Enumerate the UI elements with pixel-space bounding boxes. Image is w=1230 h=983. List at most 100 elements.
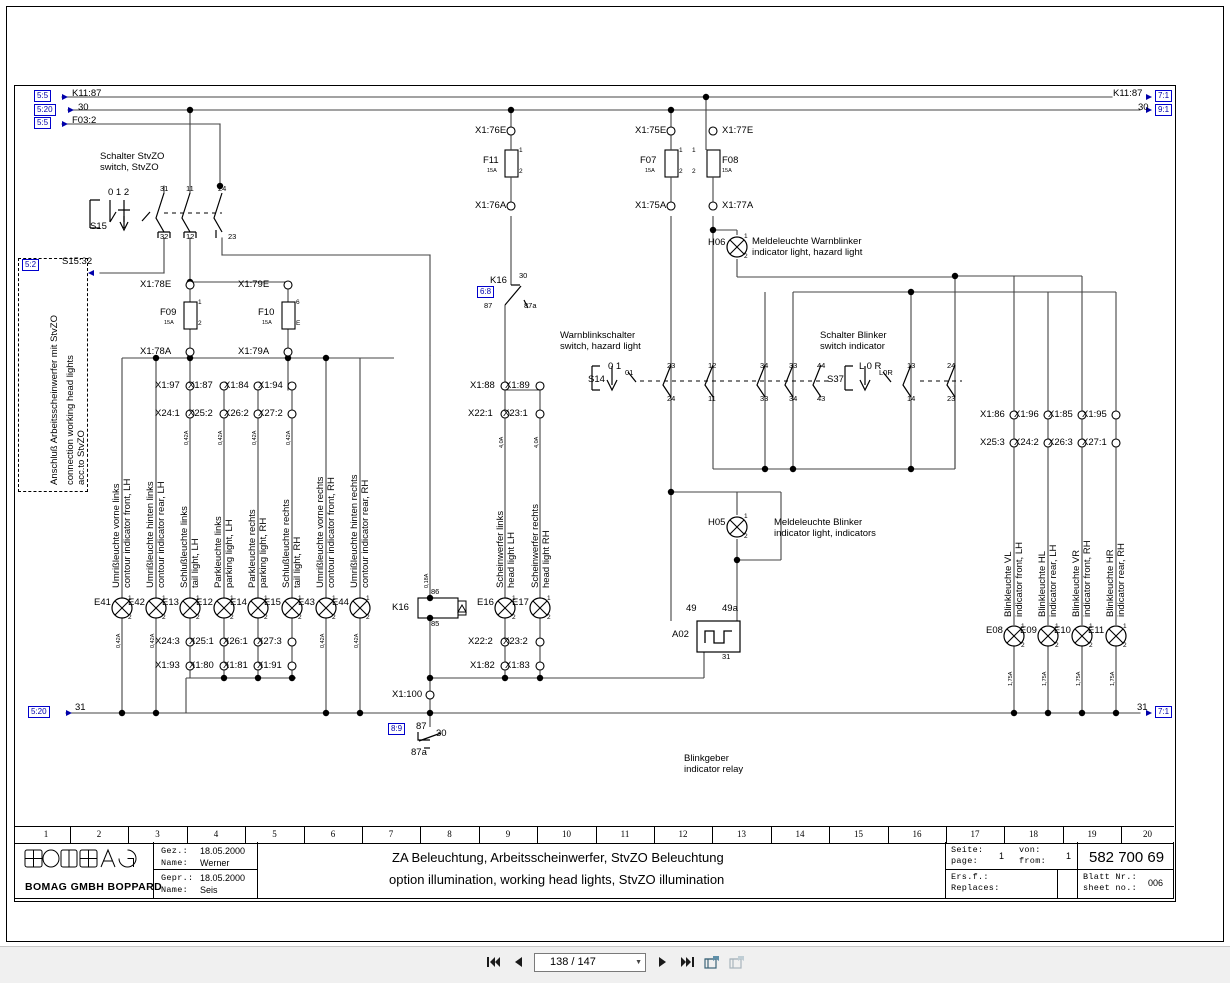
label-f07-rating: 15A <box>645 168 655 174</box>
from-label-en: from: <box>1019 856 1047 866</box>
next-page-icon[interactable] <box>653 952 671 972</box>
terminal-x179e: X1:79E <box>238 279 270 290</box>
label-stvzo-en2: acc.to StvZO <box>76 430 87 485</box>
terminal-x191: X1:91 <box>257 660 282 671</box>
pin-e44-top: 1 <box>366 595 370 602</box>
pin-e16-bot: 2 <box>512 614 516 621</box>
label-s14-de: Warnblinkschalter <box>560 330 636 341</box>
title-block-body: BOMAG GMBH BOPPARD Gez.: 18.05.2000 Name… <box>14 842 1174 899</box>
label-k16-contact-id: K16 <box>490 275 507 286</box>
xref-bottom-right-71[interactable]: 7:1 <box>1155 706 1173 718</box>
col-13: 13 <box>737 829 746 839</box>
checked-name: Seis <box>200 885 218 895</box>
lamp-id-e09: E09 <box>1020 625 1037 636</box>
terminal-x222: X22:2 <box>468 636 493 647</box>
terminal-x232: X23:2 <box>503 636 528 647</box>
terminal-x251: X25:1 <box>189 636 214 647</box>
replaces-label-de: Ers.f.: <box>951 872 989 882</box>
pin-s37-t1: 24 <box>947 361 956 370</box>
lamp-e11-en: indicator rear, RH <box>1116 543 1127 617</box>
xref-right-91[interactable]: 9:1 <box>1155 104 1173 116</box>
label-31-right: 31 <box>1137 702 1148 713</box>
lamp-id-e43: E43 <box>298 597 315 608</box>
lamp-id-e42: E42 <box>128 597 145 608</box>
gauge-e17: 4,0A <box>534 436 540 448</box>
pin-s37-b1: 23 <box>947 394 956 403</box>
gauge-e41-low: 0,42A <box>116 633 122 648</box>
terminal-x175a: X1:75A <box>635 200 667 211</box>
lamp-e14-de: Parkleuchte rechts <box>247 509 258 588</box>
prev-page-icon[interactable] <box>509 952 527 972</box>
chevron-down-icon[interactable]: ▼ <box>635 959 642 966</box>
col-18: 18 <box>1029 829 1038 839</box>
label-f10-rating: 15A <box>262 320 272 326</box>
pin-e08-bot: 2 <box>1021 642 1025 649</box>
label-k1187: K11:87 <box>72 88 102 99</box>
label-f09-id: F09 <box>160 307 177 318</box>
pin-a02-49a: 49a <box>722 603 738 614</box>
page-value: 1 <box>999 851 1005 861</box>
terminal-x273: X27:3 <box>257 636 282 647</box>
lamp-e44-de: Umrißleuchte hinten rechts <box>349 474 360 588</box>
xref-top-f032[interactable]: 5:5 <box>34 117 52 129</box>
copy-window-icon[interactable] <box>728 952 746 972</box>
label-stvzo-de: Anschluß Arbeitsscheinwerfer mit StvZO <box>49 315 60 485</box>
xref-stvzo-box[interactable]: 5:2 <box>22 259 40 271</box>
label-30-right: 30 <box>1138 102 1149 113</box>
terminal-x177e: X1:77E <box>722 125 754 136</box>
page-selector[interactable]: 138 / 147 ▼ <box>534 952 646 972</box>
pin-e15-bot: 2 <box>298 614 302 621</box>
terminal-x253: X25:3 <box>980 437 1005 448</box>
lamp-id-e12: E12 <box>196 597 213 608</box>
xref-top-30[interactable]: 5:20 <box>34 104 56 116</box>
gauge-e12: 0,42A <box>218 430 224 445</box>
label-f11-rating: 15A <box>487 168 497 174</box>
terminal-x178a: X1:78A <box>140 346 172 357</box>
schematic-frame <box>14 85 1176 902</box>
label-switch-stvzo-de: Schalter StvZO <box>100 151 165 162</box>
label-s37-positions: L 0 R <box>859 361 882 372</box>
page-indicator: 138 / 147 <box>550 956 596 968</box>
lamp-e13-en: tail light, LH <box>190 538 201 588</box>
drawing-number: 582 700 69 <box>1089 849 1165 866</box>
pin-f08-top: 1 <box>692 147 696 154</box>
pin-f09-bottom: 2 <box>198 320 202 327</box>
xref-top-k1187[interactable]: 5:5 <box>34 90 52 102</box>
label-s15-id: S15 <box>90 221 107 232</box>
lamp-e17-de: Scheinwerfer rechts <box>530 504 541 588</box>
pin-s37-t0: 13 <box>907 361 916 370</box>
pin-k16-85: 85 <box>431 619 440 628</box>
last-page-icon[interactable] <box>678 952 696 972</box>
pin-f09-top: 1 <box>198 299 202 306</box>
pin-s14-t1: 12 <box>708 361 717 370</box>
first-page-icon[interactable] <box>484 952 502 972</box>
label-s15-c31: 31 <box>160 184 169 193</box>
label-h05-en: indicator light, indicators <box>774 528 876 539</box>
terminal-x262: X26:2 <box>224 408 249 419</box>
label-f032: F03:2 <box>72 115 97 126</box>
lamp-id-e08: E08 <box>986 625 1003 636</box>
open-window-icon[interactable] <box>703 952 721 972</box>
label-stvzo-en1: connection working head lights <box>65 355 76 485</box>
col-10: 10 <box>562 829 571 839</box>
pin-f10-bottom: E <box>296 320 301 327</box>
col-5: 5 <box>272 829 277 839</box>
terminal-x272: X27:2 <box>258 408 283 419</box>
xref-bottom-31[interactable]: 5:20 <box>28 706 50 718</box>
sheet-number: 006 <box>1148 878 1164 888</box>
col-9: 9 <box>505 829 511 839</box>
lamp-id-e13: E13 <box>162 597 179 608</box>
terminal-x263: X26:3 <box>1048 437 1073 448</box>
xref-bottom-relay[interactable]: 8:9 <box>388 723 406 735</box>
lamp-e17-en: head light RH <box>541 530 552 588</box>
xref-k16[interactable]: 6:8 <box>477 286 495 298</box>
pin-bottom-30: 30 <box>436 728 447 739</box>
checked-label: Gepr.: <box>161 873 194 883</box>
replaces-label-en: Replaces: <box>951 883 1000 893</box>
pin-f11-bottom: 2 <box>519 168 523 175</box>
pin-a02-31: 31 <box>722 652 731 661</box>
pin-bottom-87: 87 <box>416 721 427 732</box>
pin-s14-t0: 23 <box>667 361 676 370</box>
xref-right-71[interactable]: 7:1 <box>1155 90 1173 102</box>
terminal-x242: X24:2 <box>1014 437 1039 448</box>
